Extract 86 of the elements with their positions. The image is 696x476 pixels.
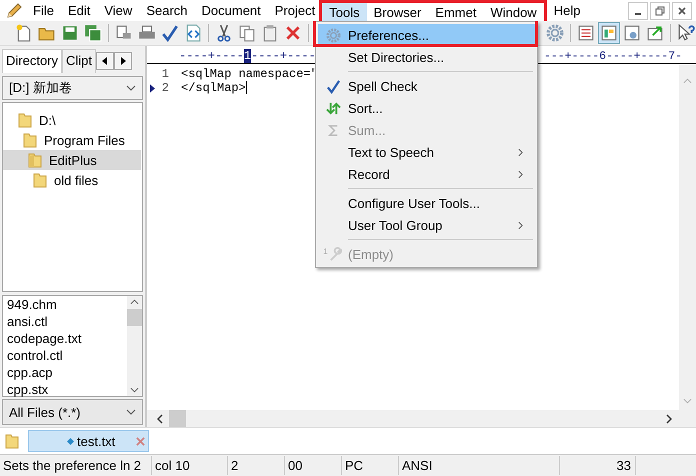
scrollbar[interactable]	[127, 296, 142, 396]
ruler: ----+----1----+----	[179, 49, 316, 63]
window-icon[interactable]	[622, 23, 642, 43]
drive-dropdown[interactable]: [D:] 新加卷	[2, 76, 143, 100]
menu-item[interactable]: Text to Speech	[318, 141, 535, 163]
pencil-icon	[6, 2, 22, 18]
status-text: col 10	[155, 458, 190, 473]
folder-icon	[32, 172, 48, 188]
menu-item[interactable]: Document	[194, 1, 268, 20]
tree-item[interactable]: Program Files	[3, 130, 142, 150]
filename[interactable]: ansi.ctl	[7, 313, 127, 330]
chevron-down-icon	[126, 409, 136, 415]
status-text: Sets the preference ln 2	[3, 458, 142, 473]
gear-icon	[326, 28, 340, 42]
filename[interactable]: cpp.acp	[7, 364, 127, 381]
minimize-button[interactable]	[628, 2, 648, 20]
menu-item[interactable]: Window	[483, 2, 544, 22]
close-icon[interactable]	[136, 436, 145, 446]
folder-icon[interactable]	[4, 433, 20, 449]
code-line: <sqlMap namespace="	[181, 67, 318, 81]
restore-button[interactable]	[650, 2, 670, 20]
folder-icon	[27, 152, 43, 168]
menu-item[interactable]: User Tool Group	[318, 214, 535, 236]
menu-item[interactable]: Edit	[60, 1, 98, 20]
filename[interactable]: codepage.txt	[7, 330, 127, 347]
tree-item[interactable]: D:\	[3, 110, 142, 130]
tab-label: test.txt	[77, 434, 116, 448]
sidebar-tab[interactable]: Clipt	[62, 49, 96, 73]
spellcheck-icon[interactable]	[160, 23, 180, 43]
list-icon[interactable]	[576, 23, 596, 43]
scroll-left-icon[interactable]	[157, 414, 163, 424]
status-text: 2	[231, 458, 238, 473]
current-line-marker-icon	[150, 84, 155, 92]
filename[interactable]: cpp.stx	[7, 381, 127, 398]
document-tab[interactable]: test.txt	[28, 430, 149, 452]
sidebar-tab[interactable]: Directory	[2, 49, 62, 73]
status-text: PC	[345, 458, 364, 473]
menu-item[interactable]: Project	[268, 1, 322, 20]
menu-item[interactable]: Browser	[366, 2, 428, 22]
file-filter-dropdown[interactable]: All Files (*.*)	[2, 399, 143, 425]
status-text: ANSI	[402, 458, 432, 473]
filename[interactable]: 949.chm	[7, 296, 127, 313]
menu-item[interactable]: Sort...	[318, 97, 535, 119]
scroll-right-button[interactable]	[114, 52, 132, 70]
scroll-right-icon[interactable]	[666, 414, 672, 424]
menu-item[interactable]: Help	[546, 1, 588, 20]
close-button[interactable]	[672, 2, 692, 20]
scroll-thumb[interactable]	[169, 410, 186, 427]
gear-icon[interactable]	[545, 23, 565, 43]
diamond-icon	[67, 438, 74, 444]
icon-number: 1	[323, 246, 328, 256]
filename[interactable]: control.ctl	[7, 347, 127, 364]
scroll-down-icon[interactable]	[130, 387, 139, 393]
menu-item[interactable]: Configure User Tools...	[318, 192, 535, 214]
ruler: ---+----6----+----7-	[544, 50, 682, 63]
folder-icon	[22, 132, 38, 148]
tree-item[interactable]: EditPlus	[3, 150, 141, 170]
line-number: 2	[160, 81, 169, 95]
menu-item[interactable]: Spell Check	[318, 75, 535, 97]
save-all-icon[interactable]	[83, 23, 103, 43]
status-text: 33	[616, 458, 631, 473]
folder-icon	[17, 112, 33, 128]
chevron-down-icon	[126, 85, 136, 91]
tree-item[interactable]: old files	[3, 170, 142, 190]
menu-item[interactable]: Set Directories...	[318, 46, 535, 68]
sort-arrows-icon	[326, 100, 340, 116]
sigma-icon	[326, 122, 340, 138]
menu-item[interactable]: File	[26, 1, 61, 20]
menu-item[interactable]: Search	[139, 1, 195, 20]
status-text: 00	[288, 458, 302, 473]
menu-item[interactable]: Tools	[322, 2, 367, 22]
copy-icon[interactable]	[237, 23, 257, 43]
code-line: </sqlMap>	[181, 81, 247, 95]
scroll-left-button[interactable]	[96, 52, 114, 70]
help-cursor-icon[interactable]	[676, 23, 696, 43]
line-number: 1	[160, 67, 169, 81]
layout-icon[interactable]	[599, 23, 619, 43]
scrollbar[interactable]	[147, 410, 696, 427]
menu-item[interactable]: Emmet	[428, 2, 484, 22]
scroll-thumb[interactable]	[127, 309, 142, 326]
menu-item[interactable]: Record	[318, 163, 535, 185]
menu-item[interactable]: View	[97, 1, 140, 20]
wrench-icon	[328, 246, 343, 262]
spellcheck-icon	[326, 78, 340, 94]
menu-item[interactable]: Preferences...	[318, 24, 535, 46]
scroll-up-icon[interactable]	[130, 299, 139, 305]
